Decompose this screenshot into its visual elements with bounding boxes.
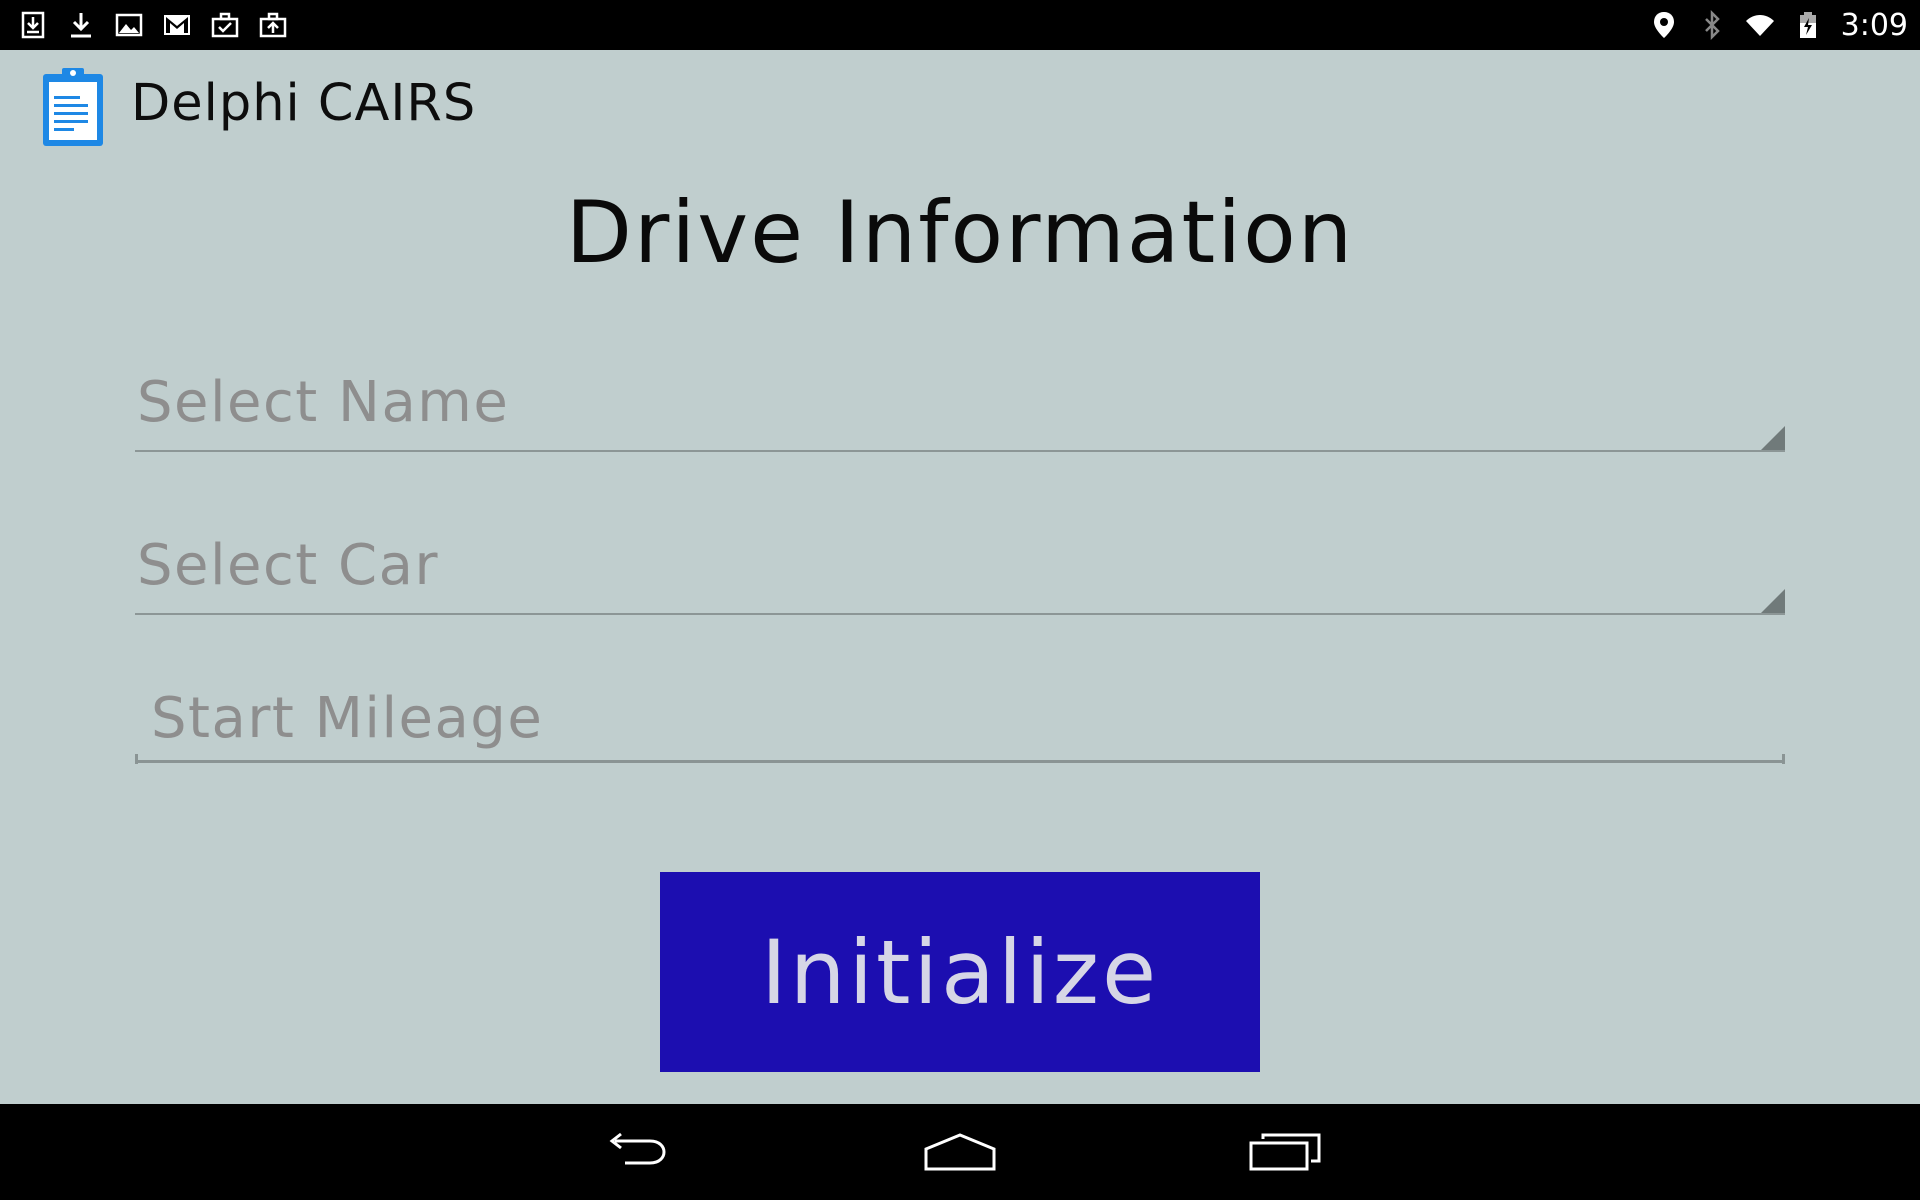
input-left-tick — [135, 754, 138, 764]
page-title: Drive Information — [565, 183, 1355, 283]
spinner-arrow-icon — [1761, 589, 1785, 613]
initialize-button[interactable]: Initialize — [660, 872, 1260, 1072]
notification-icons — [18, 0, 288, 50]
spinner-arrow-icon — [1761, 426, 1785, 450]
clipboard-icon[interactable] — [40, 66, 108, 148]
download-box-icon — [18, 10, 48, 40]
home-icon[interactable] — [915, 1122, 1005, 1182]
start-mileage-input[interactable] — [135, 677, 1785, 763]
recent-apps-icon[interactable] — [1240, 1122, 1330, 1182]
system-icons: 3:09 — [1649, 0, 1908, 50]
image-icon — [114, 10, 144, 40]
back-icon[interactable] — [590, 1122, 680, 1182]
navigation-bar — [0, 1104, 1920, 1200]
input-right-tick — [1782, 754, 1785, 764]
gmail-icon — [162, 10, 192, 40]
app-title: Delphi CAIRS — [131, 74, 477, 133]
battery-icon — [1793, 10, 1823, 40]
bluetooth-icon — [1697, 10, 1727, 40]
start-mileage-field — [135, 677, 1785, 764]
action-bar: Delphi CAIRS — [0, 50, 1920, 172]
wifi-icon — [1745, 10, 1775, 40]
select-car-hint: Select Car — [137, 533, 439, 598]
status-bar: 3:09 — [0, 0, 1920, 50]
briefcase-check-icon — [210, 10, 240, 40]
download-icon — [66, 10, 96, 40]
briefcase-upload-icon — [258, 10, 288, 40]
select-name-hint: Select Name — [137, 370, 510, 435]
status-clock: 3:09 — [1840, 7, 1908, 43]
location-icon — [1649, 10, 1679, 40]
select-name-spinner[interactable]: Select Name — [135, 350, 1785, 452]
select-car-spinner[interactable]: Select Car — [135, 513, 1785, 615]
